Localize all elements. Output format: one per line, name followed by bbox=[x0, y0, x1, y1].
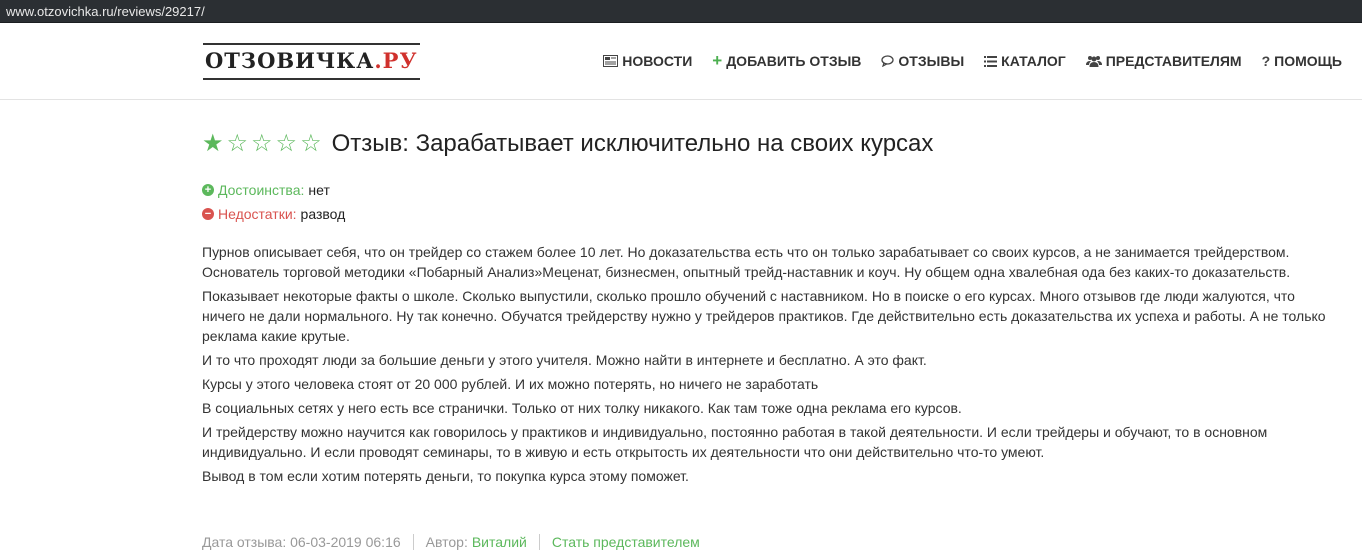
newspaper-icon bbox=[603, 55, 619, 67]
url-text[interactable]: www.otzovichka.ru/reviews/29217/ bbox=[6, 4, 205, 19]
nav-item-representatives[interactable]: ПРЕДСТАВИТЕЛЯМ bbox=[1085, 53, 1242, 69]
logo-main: ОТЗОВИЧКА bbox=[205, 48, 375, 73]
pros-label: Достоинства: bbox=[218, 182, 305, 198]
site-header: ОТЗОВИЧКА.РУ НОВОСТИ + ДОБАВИТЬ ОТЗЫВ ОТ… bbox=[0, 23, 1362, 100]
become-representative-link[interactable]: Стать представителем bbox=[552, 534, 700, 550]
nav-label: ОТЗЫВЫ bbox=[898, 53, 965, 69]
review-title-row: ★ ☆ ☆ ☆ ☆ Отзыв: Зарабатывает исключител… bbox=[202, 130, 1342, 158]
nav-item-catalog[interactable]: КАТАЛОГ bbox=[984, 53, 1066, 69]
plus-icon: + bbox=[712, 51, 723, 70]
rating-stars: ★ ☆ ☆ ☆ ☆ bbox=[202, 131, 322, 157]
main-nav: НОВОСТИ + ДОБАВИТЬ ОТЗЫВ ОТЗЫВЫ КАТАЛОГ … bbox=[603, 51, 1342, 71]
browser-address-bar[interactable]: www.otzovichka.ru/reviews/29217/ bbox=[0, 0, 1362, 23]
nav-label: ПРЕДСТАВИТЕЛЯМ bbox=[1105, 53, 1242, 69]
meta-divider bbox=[538, 534, 540, 550]
review-paragraph: И то что проходят люди за большие деньги… bbox=[202, 352, 927, 368]
review-paragraph: Курсы у этого человека стоят от 20 000 р… bbox=[202, 376, 819, 392]
review-paragraph: В социальных сетях у него есть все стран… bbox=[202, 400, 962, 416]
question-icon: ? bbox=[1261, 53, 1271, 69]
pros-row: + Достоинства: нет bbox=[202, 178, 1342, 202]
review-content: ★ ☆ ☆ ☆ ☆ Отзыв: Зарабатывает исключител… bbox=[202, 130, 1342, 490]
nav-item-reviews[interactable]: ОТЗЫВЫ bbox=[881, 53, 964, 69]
pros-value: нет bbox=[308, 182, 330, 198]
star-empty-icon: ☆ bbox=[300, 130, 322, 157]
review-paragraph: Пурнов описывает себя, что он трейдер со… bbox=[202, 244, 1291, 280]
review-text: Пурнов описывает себя, что он трейдер со… bbox=[202, 242, 1342, 486]
star-filled-icon: ★ bbox=[202, 130, 224, 157]
review-title: Отзыв: Зарабатывает исключительно на сво… bbox=[331, 130, 934, 157]
minus-circle-icon: − bbox=[202, 208, 214, 220]
review-paragraph: И трейдерству можно научится как говорил… bbox=[202, 424, 1268, 460]
review-paragraph: Вывод в том если хотим потерять деньги, … bbox=[202, 468, 689, 484]
author-link[interactable]: Виталий bbox=[472, 534, 527, 550]
site-logo[interactable]: ОТЗОВИЧКА.РУ bbox=[203, 43, 420, 80]
review-date: Дата отзыва: 06-03-2019 06:16 bbox=[202, 534, 401, 550]
nav-item-add-review[interactable]: + ДОБАВИТЬ ОТЗЫВ bbox=[712, 51, 861, 71]
nav-label: КАТАЛОГ bbox=[1001, 53, 1066, 69]
review-meta: Дата отзыва: 06-03-2019 06:16 Автор: Вит… bbox=[202, 534, 700, 550]
star-empty-icon: ☆ bbox=[275, 130, 298, 157]
review-paragraph: Показывает некоторые факты о школе. Скол… bbox=[202, 288, 1326, 344]
cons-row: − Недостатки: развод bbox=[202, 202, 1342, 226]
users-icon bbox=[1085, 55, 1102, 67]
nav-label: НОВОСТИ bbox=[622, 53, 693, 69]
nav-item-news[interactable]: НОВОСТИ bbox=[603, 53, 692, 69]
meta-divider bbox=[412, 534, 414, 550]
cons-label: Недостатки: bbox=[218, 206, 297, 222]
pros-cons: + Достоинства: нет − Недостатки: развод bbox=[202, 178, 1342, 226]
nav-item-help[interactable]: ? ПОМОЩЬ bbox=[1262, 53, 1342, 69]
list-icon bbox=[984, 55, 998, 67]
nav-label: ДОБАВИТЬ ОТЗЫВ bbox=[726, 53, 862, 69]
logo-tld: .РУ bbox=[374, 48, 418, 73]
star-empty-icon: ☆ bbox=[226, 130, 249, 157]
comment-icon bbox=[881, 55, 895, 67]
plus-circle-icon: + bbox=[202, 184, 214, 196]
star-empty-icon: ☆ bbox=[251, 130, 273, 157]
author-label: Автор: bbox=[425, 534, 468, 550]
nav-label: ПОМОЩЬ bbox=[1274, 53, 1342, 69]
cons-value: развод bbox=[300, 206, 346, 222]
